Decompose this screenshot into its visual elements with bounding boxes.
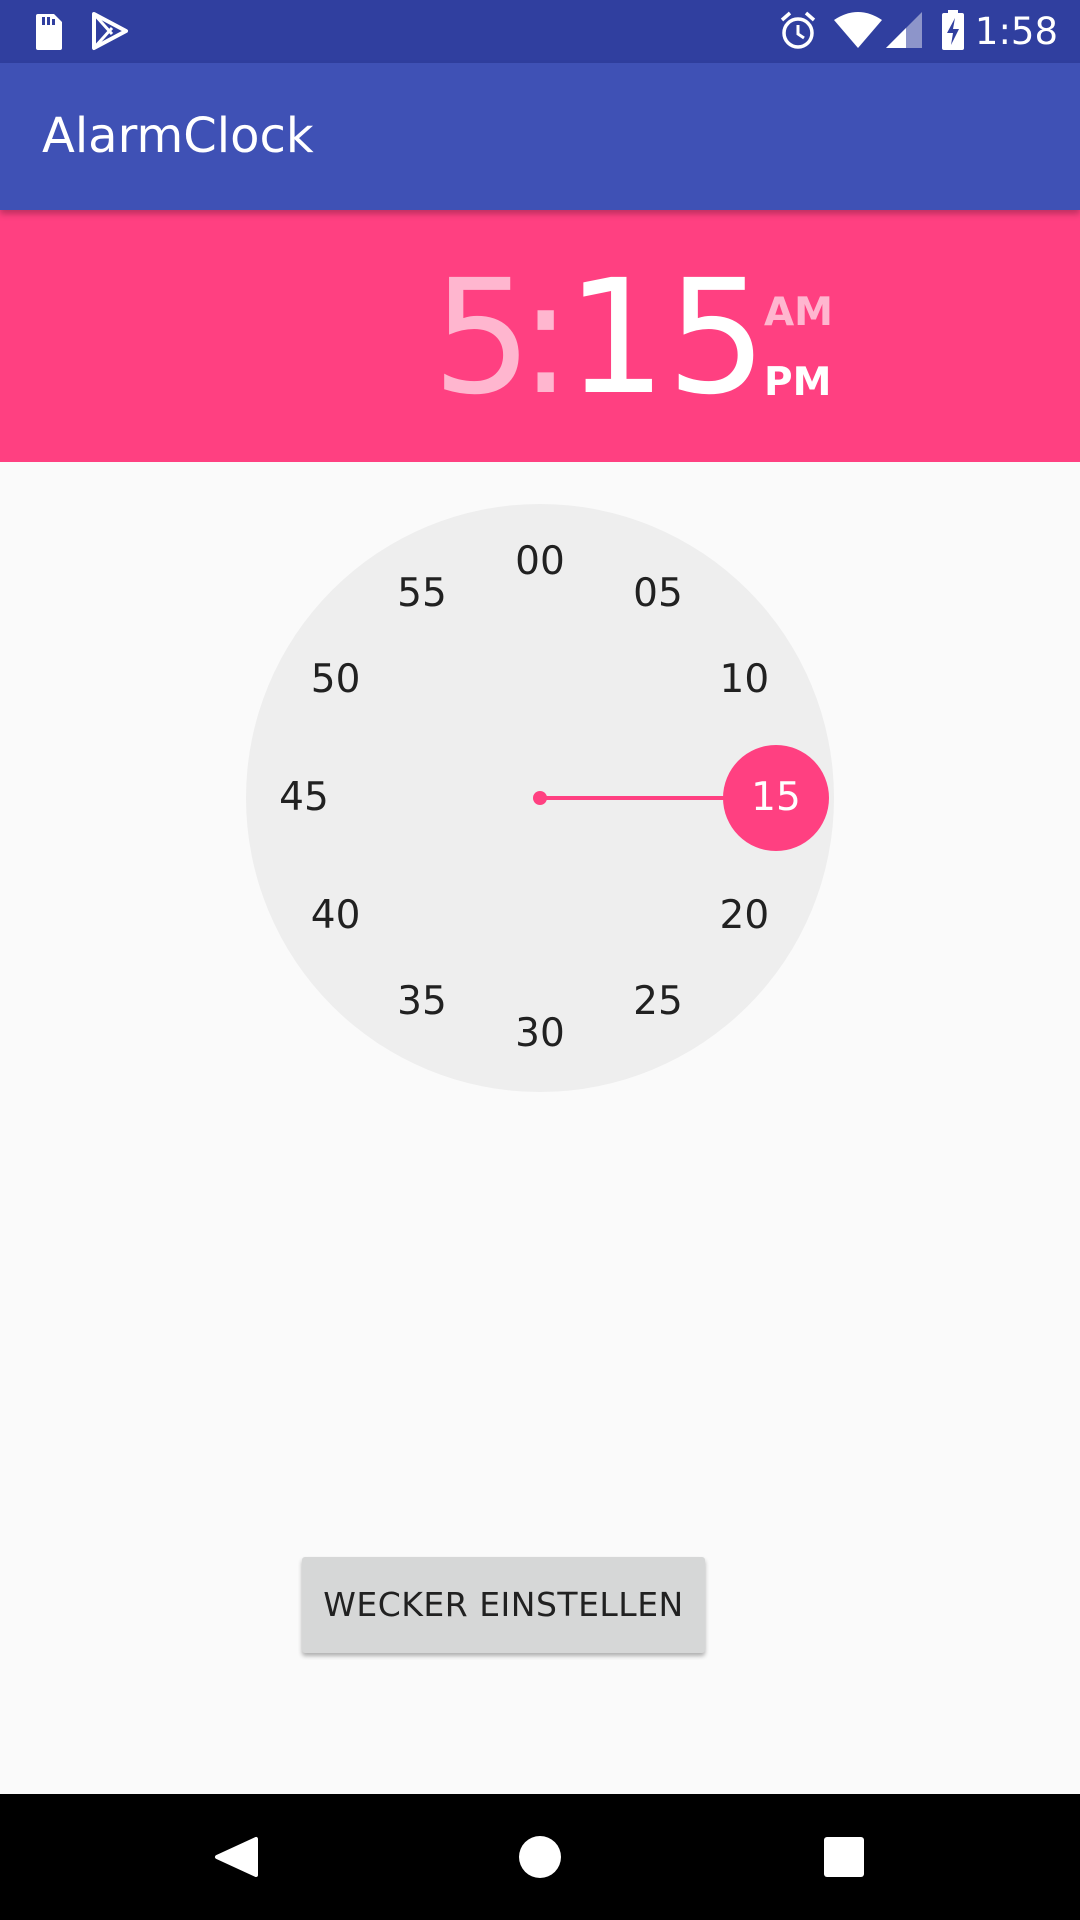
battery-charging-icon	[942, 10, 964, 50]
alarm-icon	[780, 11, 816, 49]
set-alarm-button[interactable]: WECKER EINSTELLEN	[302, 1557, 705, 1653]
wifi-icon	[834, 12, 882, 48]
clock-center-dot	[533, 791, 547, 805]
am-toggle[interactable]: AM	[764, 290, 833, 335]
pm-toggle[interactable]: PM	[764, 360, 831, 405]
dial-label-20[interactable]: 20	[704, 891, 784, 941]
sd-card-icon	[36, 14, 62, 50]
dial-label-35[interactable]: 35	[382, 977, 462, 1027]
back-icon[interactable]	[170, 1794, 300, 1920]
app-bar: AlarmClock	[0, 63, 1080, 210]
dial-label-25[interactable]: 25	[618, 977, 698, 1027]
dial-label-05[interactable]: 05	[618, 569, 698, 619]
navigation-bar	[0, 1794, 1080, 1920]
dial-label-45[interactable]: 45	[264, 773, 344, 823]
home-icon[interactable]	[475, 1794, 605, 1920]
status-time: 1:58	[974, 10, 1058, 53]
time-separator: :	[519, 246, 573, 430]
dial-label-00[interactable]: 00	[500, 537, 580, 587]
status-bar: 1:58	[0, 0, 1080, 63]
dial-label-30[interactable]: 30	[500, 1009, 580, 1059]
recents-icon[interactable]	[779, 1794, 909, 1920]
signal-icon	[886, 12, 922, 48]
dial-label-55[interactable]: 55	[382, 569, 462, 619]
play-store-icon	[92, 12, 128, 50]
dial-label-40[interactable]: 40	[296, 891, 376, 941]
hour-display[interactable]: 5	[432, 248, 533, 428]
dial-label-50[interactable]: 50	[296, 655, 376, 705]
dial-label-15[interactable]: 15	[736, 773, 816, 823]
minute-display[interactable]: 15	[566, 248, 767, 428]
dial-label-10[interactable]: 10	[704, 655, 784, 705]
minute-dial[interactable]: 00 05 10 15 20 25 30 35 40 45 50 55	[246, 504, 834, 1092]
app-title: AlarmClock	[42, 108, 314, 164]
